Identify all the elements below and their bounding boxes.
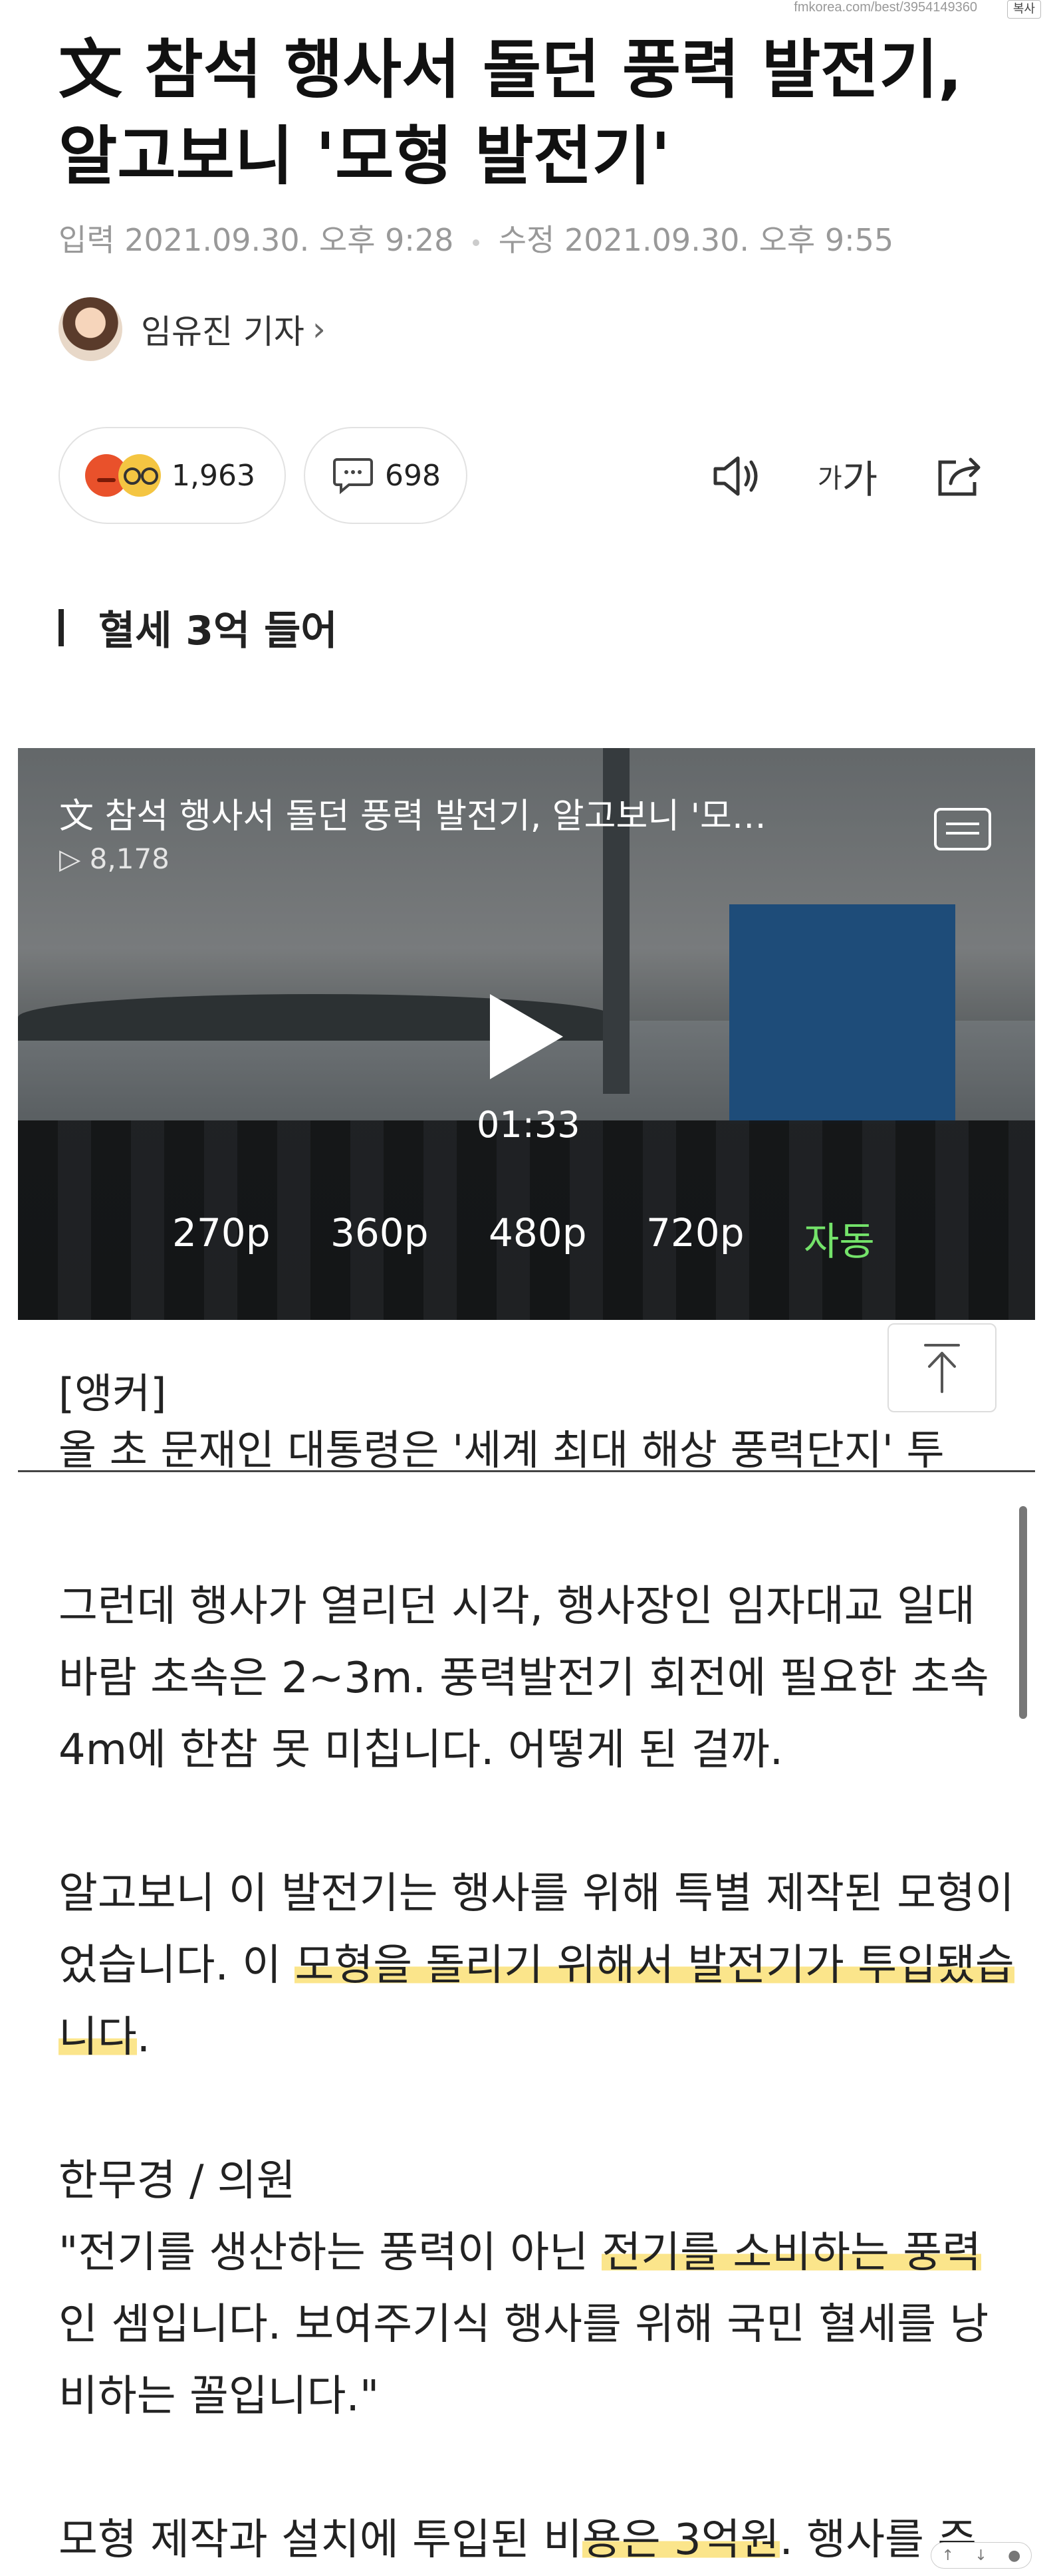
anchor-label: [앵커] — [59, 1369, 167, 1418]
listen-button[interactable] — [705, 444, 768, 508]
nav-comment-icon[interactable]: ● — [1008, 2547, 1020, 2564]
quality-480p[interactable]: 480p — [489, 1210, 587, 1255]
truncated-body-line: 올 초 문재인 대통령은 '세계 최대 해상 풍력단지' 투 — [59, 1426, 945, 1470]
copy-button[interactable]: 복사 — [1006, 0, 1041, 19]
body-paragraph-2-end: . — [136, 2013, 151, 2062]
comment-bubble-icon — [333, 458, 373, 495]
subheading-bar — [59, 608, 64, 646]
scrollbar[interactable] — [1019, 1506, 1027, 1719]
meta-separator — [473, 239, 480, 246]
input-label: 입력 — [59, 222, 115, 258]
edit-time: 2021.09.30. 오후 9:55 — [564, 222, 894, 258]
quality-270p[interactable]: 270p — [172, 1210, 271, 1255]
scroll-top-button[interactable] — [887, 1323, 997, 1412]
font-size-button[interactable]: 가가 — [811, 444, 884, 508]
comments-button[interactable]: 698 — [304, 427, 467, 524]
video-player[interactable]: 文 참석 행사서 돌던 풍력 발전기, 알고보니 '모… ▷ 8,178 01:… — [18, 748, 1035, 1320]
share-button[interactable] — [928, 444, 992, 508]
quality-auto[interactable]: 자동 — [804, 1210, 875, 1266]
video-duration: 01:33 — [477, 1104, 580, 1146]
article-title: 文 참석 행사서 돌던 풍력 발전기, 알고보니 '모형 발전기' — [59, 33, 963, 193]
quality-360p[interactable]: 360p — [330, 1210, 429, 1255]
play-icon[interactable] — [490, 994, 563, 1079]
input-time: 2021.09.30. 오후 9:28 — [124, 222, 454, 258]
body-paragraph-1: 그런데 행사가 열리던 시각, 행사장인 임자대교 일대 바람 초속은 2~3m… — [59, 1582, 989, 1775]
source-url: fmkorea.com/best/3954149360 — [794, 0, 977, 15]
body-paragraph-4-text: 모형 제작과 설치에 투입된 비 — [59, 2515, 582, 2565]
nav-down-icon[interactable]: ↓ — [975, 2547, 987, 2564]
arrow-up-icon — [924, 1344, 960, 1393]
body-quote-end: 인 셈입니다. 보여주기식 행사를 위해 국민 혈세를 낭비하는 꼴입니다." — [59, 2300, 989, 2421]
share-icon — [938, 457, 981, 496]
highlight-consuming-wind: 전기를 소비하는 풍력 — [602, 2228, 981, 2277]
reactions-button[interactable]: 1,963 — [59, 427, 286, 524]
nav-up-icon[interactable]: ↑ — [942, 2547, 954, 2564]
author-link[interactable]: 임유진 기자 › — [59, 297, 326, 361]
speaker-icon — [713, 456, 758, 496]
comment-count: 698 — [385, 458, 441, 493]
author-name: 임유진 기자 — [141, 313, 304, 351]
video-title: 文 참석 행사서 돌던 풍력 발전기, 알고보니 '모… — [59, 797, 766, 837]
quality-720p[interactable]: 720p — [646, 1210, 745, 1255]
subheading-text: 혈세 3억 들어 — [98, 608, 338, 654]
glasses-emoji-icon — [118, 454, 161, 497]
quote-speaker: 한무경 / 의원 — [59, 2156, 296, 2206]
body-quote: "전기를 생산하는 풍력이 아닌 전기를 소비하는 풍력인 셈입니다. 보여주기… — [59, 2217, 1016, 2432]
subheading: 혈세 3억 들어 — [59, 598, 338, 656]
body-quote-text: "전기를 생산하는 풍력이 아닌 — [59, 2228, 602, 2277]
body-paragraph-4: 모형 제작과 설치에 투입된 비용은 3억원. 행사를 주 — [59, 2504, 1016, 2576]
font-small-label: 가 — [817, 463, 842, 494]
body-paragraph-2: 알고보니 이 발전기는 행사를 위해 특별 제작된 모형이었습니다. 이 모형을… — [59, 1858, 1016, 2073]
menu-icon[interactable] — [934, 808, 991, 850]
floating-nav[interactable]: ↑ ↓ ● — [931, 2542, 1032, 2569]
chevron-right-icon: › — [312, 310, 326, 348]
article-meta: 입력 2021.09.30. 오후 9:28 수정 2021.09.30. 오후… — [59, 216, 893, 260]
font-big-label: 가 — [842, 457, 878, 502]
reaction-count: 1,963 — [172, 458, 255, 493]
highlight-cost: 용은 3억원 — [582, 2515, 780, 2565]
screenshot-divider — [18, 1470, 1035, 1472]
video-views: ▷ 8,178 — [59, 842, 170, 875]
avatar — [59, 297, 122, 361]
edit-label: 수정 — [498, 222, 555, 258]
